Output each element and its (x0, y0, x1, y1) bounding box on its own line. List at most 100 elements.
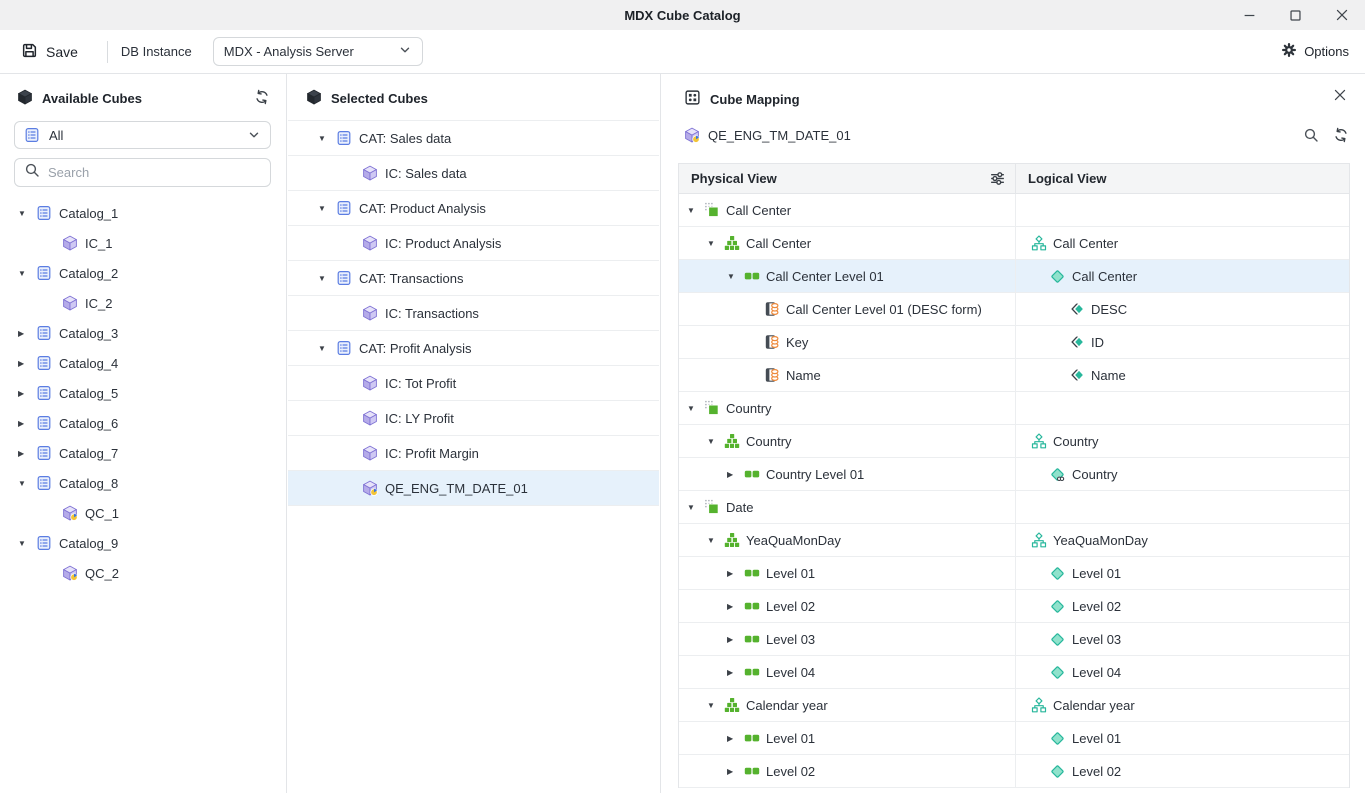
mapping-row[interactable]: ▶Level 01Level 01 (679, 557, 1349, 590)
selected-cube-item[interactable]: ▼ CAT: Profit Analysis (288, 331, 659, 366)
available-cube-item[interactable]: QC_1 (0, 498, 285, 528)
selected-cube-item[interactable]: IC: Transactions (288, 296, 659, 331)
mapping-row[interactable]: ▼Country (679, 392, 1349, 425)
available-cube-item[interactable]: ▼Catalog_8 (0, 468, 285, 498)
tree-arrow-down-icon[interactable]: ▼ (707, 239, 723, 248)
hierarchy-icon (723, 433, 740, 449)
available-cube-item[interactable]: IC_2 (0, 288, 285, 318)
available-cube-item[interactable]: ▼Catalog_9 (0, 528, 285, 558)
tree-arrow-down-icon[interactable]: ▼ (727, 272, 743, 281)
cube-icon (306, 89, 322, 108)
hierarchy-icon (723, 235, 740, 251)
available-cube-item[interactable]: IC_1 (0, 228, 285, 258)
mapping-row[interactable]: ▶Level 03Level 03 (679, 623, 1349, 656)
logical-view-cell: Level 04 (1015, 656, 1349, 688)
mapping-row[interactable]: ▼CountryCountry (679, 425, 1349, 458)
tree-arrow-down-icon[interactable]: ▼ (707, 437, 723, 446)
available-cube-item[interactable]: ▶Catalog_5 (0, 378, 285, 408)
tree-arrow-right-icon[interactable]: ▶ (727, 602, 743, 611)
mapping-row[interactable]: ▼Call CenterCall Center (679, 227, 1349, 260)
logical-view-cell: Country (1015, 458, 1349, 490)
tree-arrow-right-icon[interactable]: ▶ (727, 470, 743, 479)
physical-view-cell: Name (679, 359, 1015, 391)
selected-cube-item[interactable]: ▼CAT: Transactions (288, 261, 659, 296)
mapping-row[interactable]: Call Center Level 01 (DESC form)DESC (679, 293, 1349, 326)
search-box (14, 158, 271, 187)
available-cube-item[interactable]: ▼Catalog_2 (0, 258, 285, 288)
available-cube-item[interactable]: ▶Catalog_4 (0, 348, 285, 378)
mapping-row[interactable]: ▼Calendar yearCalendar year (679, 689, 1349, 722)
mapping-row[interactable]: ▼Call Center Level 01Call Center (679, 260, 1349, 293)
filter-settings-button[interactable] (989, 170, 1006, 187)
available-cube-item[interactable]: ▶Catalog_3 (0, 318, 285, 348)
tree-arrow-down-icon[interactable]: ▼ (318, 134, 336, 143)
tree-arrow-right-icon[interactable]: ▶ (18, 449, 36, 458)
tree-arrow-right-icon[interactable]: ▶ (18, 359, 36, 368)
close-mapping-button[interactable] (1333, 88, 1347, 102)
mapping-row[interactable]: ▼YeaQuaMonDayYeaQuaMonDay (679, 524, 1349, 557)
tree-arrow-down-icon[interactable]: ▼ (18, 479, 36, 488)
tree-arrow-down-icon[interactable]: ▼ (318, 204, 336, 213)
available-cube-item[interactable]: ▶Catalog_7 (0, 438, 285, 468)
toolbar: Save DB Instance MDX - Analysis Server O… (0, 30, 1365, 74)
available-cube-item[interactable]: ▶Catalog_6 (0, 408, 285, 438)
mapping-row[interactable]: KeyID (679, 326, 1349, 359)
minimize-button[interactable] (1243, 9, 1256, 22)
logical-view-cell: Level 01 (1015, 722, 1349, 754)
tree-arrow-down-icon[interactable]: ▼ (687, 206, 703, 215)
search-input[interactable] (48, 165, 261, 180)
tree-arrow-right-icon[interactable]: ▶ (727, 569, 743, 578)
maximize-button[interactable] (1289, 9, 1302, 22)
refresh-available-cubes-button[interactable] (254, 89, 270, 105)
tree-arrow-down-icon[interactable]: ▼ (18, 209, 36, 218)
tree-arrow-down-icon[interactable]: ▼ (687, 404, 703, 413)
db-instance-select[interactable]: MDX - Analysis Server (213, 37, 423, 66)
tree-arrow-down-icon[interactable]: ▼ (18, 539, 36, 548)
save-button[interactable]: Save (21, 42, 78, 62)
tree-arrow-right-icon[interactable]: ▶ (18, 329, 36, 338)
tree-arrow-down-icon[interactable]: ▼ (318, 344, 336, 353)
mapping-row[interactable]: NameName (679, 359, 1349, 392)
options-button[interactable]: Options (1281, 42, 1349, 61)
selected-cube-item[interactable]: ▼CAT: Product Analysis (288, 191, 659, 226)
selected-cube-item[interactable]: IC: Product Analysis (288, 226, 659, 261)
selected-cube-item[interactable]: QE_ENG_TM_DATE_01 (288, 471, 659, 506)
tree-item-label: CAT: Profit Analysis (359, 341, 471, 356)
mapping-row[interactable]: ▼Date (679, 491, 1349, 524)
tree-arrow-right-icon[interactable]: ▶ (18, 389, 36, 398)
mapping-row[interactable]: ▶Level 02Level 02 (679, 755, 1349, 788)
tree-arrow-right-icon[interactable]: ▶ (18, 419, 36, 428)
mapping-row[interactable]: ▼Call Center (679, 194, 1349, 227)
tree-arrow-right-icon[interactable]: ▶ (727, 734, 743, 743)
hierarchy-icon (723, 532, 740, 548)
selected-cube-item[interactable]: IC: LY Profit (288, 401, 659, 436)
mapping-row[interactable]: ▶Level 01Level 01 (679, 722, 1349, 755)
mapping-row[interactable]: ▶Level 02Level 02 (679, 590, 1349, 623)
tree-arrow-down-icon[interactable]: ▼ (687, 503, 703, 512)
catalog-filter-select[interactable]: All (14, 121, 271, 149)
available-cube-item[interactable]: ▼Catalog_1 (0, 198, 285, 228)
search-mapping-button[interactable] (1303, 127, 1319, 143)
refresh-mapping-button[interactable] (1333, 127, 1349, 143)
selected-cube-item[interactable]: ▼CAT: Sales data (288, 121, 659, 156)
tree-arrow-down-icon[interactable]: ▼ (18, 269, 36, 278)
tree-arrow-right-icon[interactable]: ▶ (727, 635, 743, 644)
mapping-row[interactable]: ▶Level 04Level 04 (679, 656, 1349, 689)
tree-arrow-down-icon[interactable]: ▼ (318, 274, 336, 283)
selected-cube-item[interactable]: IC: Sales data (288, 156, 659, 191)
logical-item-label: YeaQuaMonDay (1053, 533, 1148, 548)
selected-cube-item[interactable]: IC: Profit Margin (288, 436, 659, 471)
cube-mapping-panel: Cube Mapping QE_ENG_TM_DATE_01 Physical … (662, 74, 1365, 793)
close-window-button[interactable] (1335, 8, 1349, 22)
logical-level-icon (1049, 763, 1066, 779)
selected-cube-item[interactable]: IC: Tot Profit (288, 366, 659, 401)
available-cube-item[interactable]: QC_2 (0, 558, 285, 588)
tree-arrow-right-icon[interactable]: ▶ (727, 668, 743, 677)
logical-hierarchy-icon (1030, 697, 1047, 713)
logical-attribute-icon (1068, 334, 1085, 350)
tree-arrow-right-icon[interactable]: ▶ (727, 767, 743, 776)
tree-arrow-down-icon[interactable]: ▼ (707, 701, 723, 710)
mapping-row[interactable]: ▶Country Level 01Country (679, 458, 1349, 491)
catalog-icon (36, 385, 52, 401)
tree-arrow-down-icon[interactable]: ▼ (707, 536, 723, 545)
